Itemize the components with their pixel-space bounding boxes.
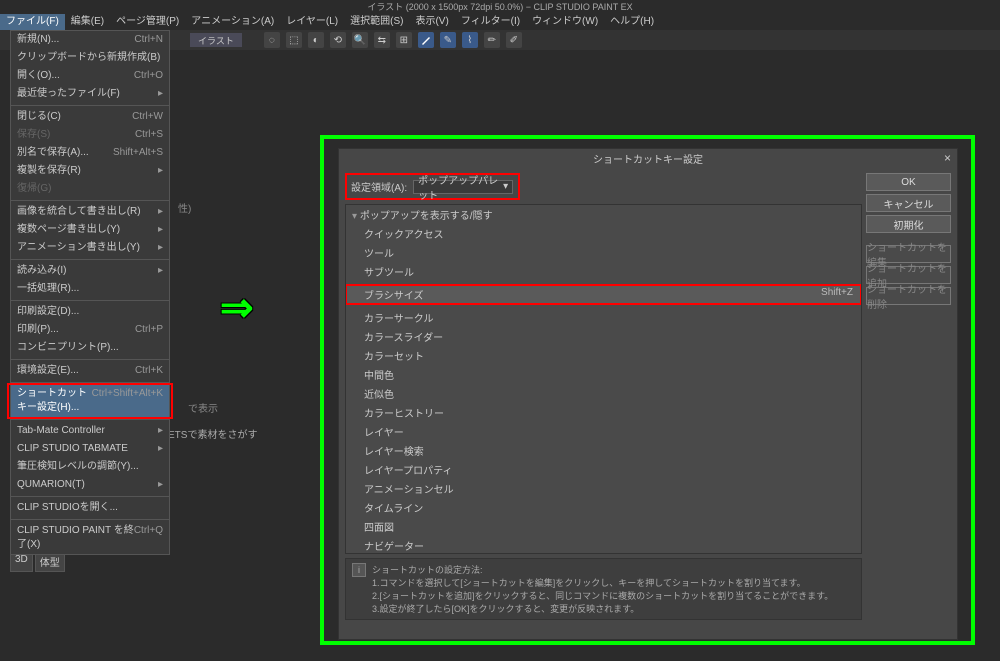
tool-icon[interactable]: ⟲ (330, 32, 346, 48)
menu-page[interactable]: ページ管理(P) (110, 14, 185, 30)
menu-window[interactable]: ウィンドウ(W) (526, 14, 604, 30)
tool-icon[interactable]: ✐ (506, 32, 522, 48)
menu-item[interactable]: 印刷設定(D)... (11, 303, 169, 321)
cancel-button[interactable]: キャンセル (866, 194, 951, 212)
menu-help[interactable]: ヘルプ(H) (604, 14, 660, 30)
menu-item[interactable]: ショートカットキー設定(H)...Ctrl+Shift+Alt+K (11, 385, 169, 417)
menu-item[interactable]: QUMARION(T)▸ (11, 476, 169, 494)
area-combo[interactable]: ポップアップパレット ▾ (413, 180, 513, 194)
tool-icon[interactable]: ◌ (264, 32, 280, 48)
list-item[interactable]: カラースライダー (346, 327, 861, 346)
list-item[interactable]: ブラシサイズShift+Z (346, 285, 861, 304)
list-item[interactable]: レイヤー (346, 422, 861, 441)
menu-select[interactable]: 選択範囲(S) (344, 14, 409, 30)
list-item[interactable]: レイヤープロパティ (346, 460, 861, 479)
menu-item[interactable]: 保存(S)Ctrl+S (11, 126, 169, 144)
info-icon: i (352, 563, 366, 577)
list-item[interactable]: 中間色 (346, 365, 861, 384)
app-titlebar: イラスト (2000 x 1500px 72dpi 50.0%) − CLIP … (0, 0, 1000, 14)
info-text: ショートカットの設定方法:1.コマンドを選択して[ショートカットを編集]をクリッ… (372, 563, 833, 615)
list-item[interactable]: レイヤー検索 (346, 441, 861, 460)
list-item[interactable]: ナビゲーター (346, 536, 861, 554)
menu-anim[interactable]: アニメーション(A) (185, 14, 280, 30)
tool-icon[interactable]: ✏ (484, 32, 500, 48)
menu-filter[interactable]: フィルター(I) (455, 14, 526, 30)
tool-icon[interactable] (418, 32, 434, 48)
list-item[interactable]: サブツール (346, 262, 861, 281)
arrow-annotation: ⇒ (220, 285, 254, 331)
shortcut-dialog: ショートカットキー設定 × 設定領域(A): ポップアップパレット ▾ ポップア… (338, 148, 958, 640)
list-item[interactable]: 近似色 (346, 384, 861, 403)
menu-item[interactable]: 復帰(G) (11, 180, 169, 198)
tool-icon[interactable]: ✎ (440, 32, 456, 48)
menu-item[interactable]: 一括処理(R)... (11, 280, 169, 298)
file-dropdown: 新規(N)...Ctrl+Nクリップボードから新規作成(B)開く(O)...Ct… (10, 30, 170, 555)
chevron-down-icon: ▾ (503, 181, 508, 192)
list-item[interactable]: アニメーションセル (346, 479, 861, 498)
menu-item[interactable]: クリップボードから新規作成(B) (11, 49, 169, 67)
list-item[interactable]: カラーサークル (346, 308, 861, 327)
menu-view[interactable]: 表示(V) (409, 14, 454, 30)
side-text2: 性) (178, 200, 191, 215)
tool-icon[interactable]: ⬚ (286, 32, 302, 48)
menu-item[interactable]: 閉じる(C)Ctrl+W (11, 108, 169, 126)
shortcut-list[interactable]: ポップアップを表示する/隠すクイックアクセスツールサブツールブラシサイズShif… (345, 204, 862, 554)
menu-item[interactable]: コンビニプリント(P)... (11, 339, 169, 357)
doc-tab[interactable]: イラスト (190, 33, 242, 47)
list-item[interactable]: ツール (346, 243, 861, 262)
list-item[interactable]: タイムライン (346, 498, 861, 517)
menu-item[interactable]: 筆圧検知レベルの調節(Y)... (11, 458, 169, 476)
menu-item[interactable]: 複数ページ書き出し(Y)▸ (11, 221, 169, 239)
init-button[interactable]: 初期化 (866, 215, 951, 233)
menu-item[interactable]: アニメーション書き出し(Y)▸ (11, 239, 169, 257)
list-item[interactable]: カラーセット (346, 346, 861, 365)
list-item[interactable]: 四面図 (346, 517, 861, 536)
menu-item[interactable]: CLIP STUDIOを開く... (11, 499, 169, 517)
tool-icon[interactable]: ◐ (308, 32, 324, 48)
combo-value: ポップアップパレット (418, 172, 503, 202)
menu-item[interactable]: 最近使ったファイル(F)▸ (11, 85, 169, 103)
dialog-titlebar: ショートカットキー設定 × (339, 149, 957, 167)
list-item[interactable]: カラーヒストリー (346, 403, 861, 422)
menu-item[interactable]: 複製を保存(R)▸ (11, 162, 169, 180)
menu-item[interactable]: 印刷(P)...Ctrl+P (11, 321, 169, 339)
menu-item[interactable]: 環境設定(E)...Ctrl+K (11, 362, 169, 380)
menu-layer[interactable]: レイヤー(L) (280, 14, 344, 30)
menu-item[interactable]: 画像を統合して書き出し(R)▸ (11, 203, 169, 221)
dialog-buttons: OK キャンセル 初期化 ショートカットを編集 ショートカットを追加 ショートカ… (866, 173, 951, 620)
tool-icon[interactable]: ⊞ (396, 32, 412, 48)
side-text: で表示 (188, 400, 218, 415)
close-icon[interactable]: × (944, 151, 951, 165)
del-shortcut-button[interactable]: ショートカットを削除 (866, 287, 951, 305)
list-item[interactable]: クイックアクセス (346, 224, 861, 243)
menu-edit[interactable]: 編集(E) (65, 14, 110, 30)
menu-item[interactable]: CLIP STUDIO TABMATE▸ (11, 440, 169, 458)
area-label: 設定領域(A): (351, 179, 407, 194)
ok-button[interactable]: OK (866, 173, 951, 191)
list-group[interactable]: ポップアップを表示する/隠す (346, 205, 861, 224)
menu-item[interactable]: Tab-Mate Controller▸ (11, 422, 169, 440)
tool-icon[interactable]: 🔍 (352, 32, 368, 48)
area-selector: 設定領域(A): ポップアップパレット ▾ (345, 173, 520, 200)
menu-item[interactable]: 別名で保存(A)...Shift+Alt+S (11, 144, 169, 162)
menubar: ファイル(F) 編集(E) ページ管理(P) アニメーション(A) レイヤー(L… (0, 14, 1000, 30)
dialog-title: ショートカットキー設定 (593, 151, 703, 166)
menu-item[interactable]: 開く(O)...Ctrl+O (11, 67, 169, 85)
tool-icon[interactable]: ⇆ (374, 32, 390, 48)
menu-item[interactable]: 新規(N)...Ctrl+N (11, 31, 169, 49)
menu-item[interactable]: CLIP STUDIO PAINT を終了(X)Ctrl+Q (11, 522, 169, 554)
tool-icon[interactable]: ⌇ (462, 32, 478, 48)
info-box: i ショートカットの設定方法:1.コマンドを選択して[ショートカットを編集]をク… (345, 558, 862, 620)
menu-item[interactable]: 読み込み(I)▸ (11, 262, 169, 280)
menu-file[interactable]: ファイル(F) (0, 14, 65, 30)
